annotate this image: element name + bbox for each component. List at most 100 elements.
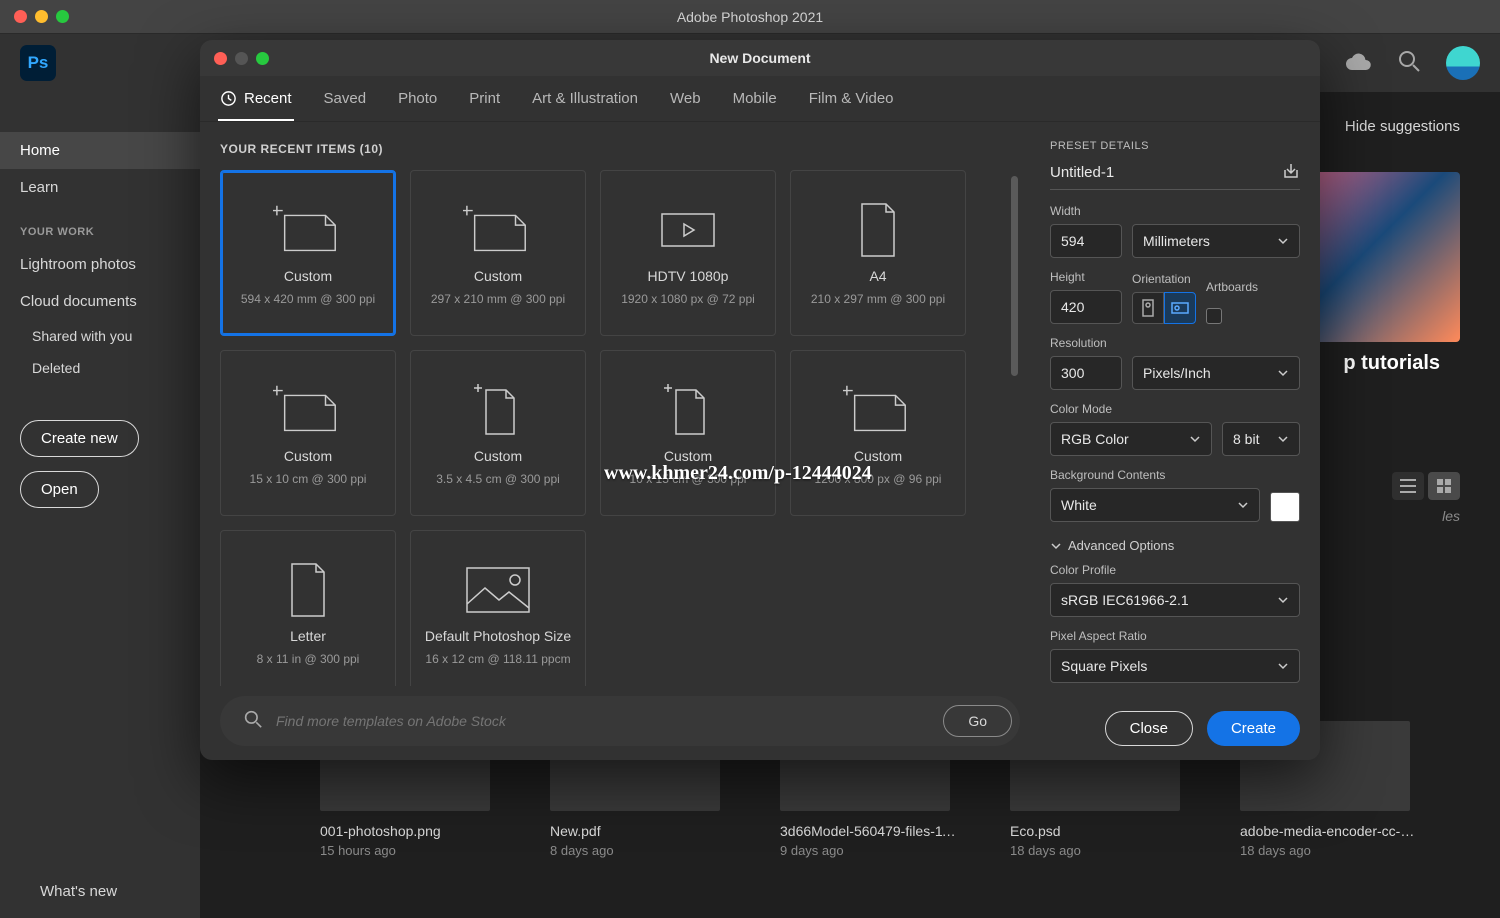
recent-file-name: New.pdf xyxy=(550,823,730,839)
preset-item[interactable]: Custom10 x 15 cm @ 300 ppi xyxy=(600,350,776,516)
preset-item[interactable]: Custom3.5 x 4.5 cm @ 300 ppi xyxy=(410,350,586,516)
dialog-close-dot[interactable] xyxy=(214,52,227,65)
preset-item[interactable]: Custom297 x 210 mm @ 300 ppi xyxy=(410,170,586,336)
artboards-label: Artboards xyxy=(1206,280,1258,294)
tab-print[interactable]: Print xyxy=(467,78,502,119)
tab-photo[interactable]: Photo xyxy=(396,78,439,119)
new-document-dialog: New Document Recent Saved Photo Print Art & … xyxy=(200,40,1320,760)
preset-title: Default Photoshop Size xyxy=(425,628,571,644)
ps-logo[interactable]: Ps xyxy=(20,45,56,81)
home-sidebar: Home Learn YOUR WORK Lightroom photos Cl… xyxy=(0,92,200,918)
color-profile-select[interactable]: sRGB IEC61966-2.1 xyxy=(1050,583,1300,617)
preset-icon xyxy=(273,200,343,260)
sidebar-item-lightroom[interactable]: Lightroom photos xyxy=(0,246,200,283)
dialog-max-dot[interactable] xyxy=(256,52,269,65)
bit-depth-select[interactable]: 8 bit xyxy=(1222,422,1300,456)
preset-item[interactable]: A4 210 x 297 mm @ 300 ppi xyxy=(790,170,966,336)
preset-icon xyxy=(463,380,533,440)
preset-item[interactable]: HDTV 1080p1920 x 1080 px @ 72 ppi xyxy=(600,170,776,336)
tab-mobile[interactable]: Mobile xyxy=(731,78,779,119)
tab-film-video[interactable]: Film & Video xyxy=(807,78,896,119)
cloud-icon[interactable] xyxy=(1346,52,1372,75)
recent-file-name: Eco.psd xyxy=(1010,823,1190,839)
presets-grid: Custom594 x 420 mm @ 300 ppiCustom297 x … xyxy=(220,170,1012,686)
preset-item[interactable]: Custom15 x 10 cm @ 300 ppi xyxy=(220,350,396,516)
preset-subtitle: 10 x 15 cm @ 300 ppi xyxy=(630,472,747,486)
sidebar-item-shared[interactable]: Shared with you xyxy=(0,320,200,352)
advanced-options-toggle[interactable]: Advanced Options xyxy=(1050,538,1300,553)
bg-contents-label: Background Contents xyxy=(1050,468,1300,482)
whats-new-link[interactable]: What's new xyxy=(40,883,117,900)
create-new-button[interactable]: Create new xyxy=(20,420,139,457)
sidebar-item-home[interactable]: Home xyxy=(0,132,200,169)
sidebar-item-cloud[interactable]: Cloud documents xyxy=(0,283,200,320)
pixel-aspect-select[interactable]: Square Pixels xyxy=(1050,649,1300,683)
orientation-label: Orientation xyxy=(1132,272,1196,286)
orientation-portrait-button[interactable] xyxy=(1132,292,1164,324)
sidebar-item-learn[interactable]: Learn xyxy=(0,169,200,206)
go-button[interactable]: Go xyxy=(943,705,1012,737)
resolution-label: Resolution xyxy=(1050,336,1300,350)
grid-view-button[interactable] xyxy=(1428,472,1460,500)
save-preset-icon[interactable] xyxy=(1282,162,1300,183)
document-name-input[interactable]: Untitled-1 xyxy=(1050,164,1282,181)
artboards-checkbox[interactable] xyxy=(1206,308,1222,324)
preset-icon xyxy=(463,560,533,620)
presets-scrollbar[interactable] xyxy=(1011,176,1018,376)
bg-contents-select[interactable]: White xyxy=(1050,488,1260,522)
window-close-button[interactable] xyxy=(14,10,27,23)
preset-item[interactable]: Letter8 x 11 in @ 300 ppi xyxy=(220,530,396,686)
resolution-unit-select[interactable]: Pixels/Inch xyxy=(1132,356,1300,390)
preset-subtitle: 3.5 x 4.5 cm @ 300 ppi xyxy=(436,472,560,486)
stock-search-bar: Go xyxy=(220,696,1020,746)
preset-title: Custom xyxy=(854,448,902,464)
height-input[interactable] xyxy=(1050,290,1122,324)
preset-subtitle: 1920 x 1080 px @ 72 ppi xyxy=(621,292,755,306)
bg-color-swatch[interactable] xyxy=(1270,492,1300,522)
width-label: Width xyxy=(1050,204,1300,218)
preset-subtitle: 1200 x 800 px @ 96 ppi xyxy=(815,472,942,486)
preset-title: Letter xyxy=(290,628,326,644)
stock-search-input[interactable] xyxy=(276,713,929,729)
width-unit-select[interactable]: Millimeters xyxy=(1132,224,1300,258)
preset-icon xyxy=(653,380,723,440)
list-view-button[interactable] xyxy=(1392,472,1424,500)
preset-title: Custom xyxy=(474,268,522,284)
tab-recent[interactable]: Recent xyxy=(218,78,294,121)
recent-file-name: 3d66Model-560479-files-11.psd xyxy=(780,823,960,839)
dialog-tabs: Recent Saved Photo Print Art & Illustration W… xyxy=(200,76,1320,122)
dialog-close-button[interactable]: Close xyxy=(1105,711,1193,746)
recent-file-time: 9 days ago xyxy=(780,843,960,858)
width-input[interactable] xyxy=(1050,224,1122,258)
color-mode-label: Color Mode xyxy=(1050,402,1300,416)
preset-icon xyxy=(843,200,913,260)
preset-icon xyxy=(273,380,343,440)
color-mode-select[interactable]: RGB Color xyxy=(1050,422,1212,456)
preset-title: A4 xyxy=(869,268,886,284)
recent-file-time: 18 days ago xyxy=(1010,843,1190,858)
dialog-create-button[interactable]: Create xyxy=(1207,711,1300,746)
color-profile-label: Color Profile xyxy=(1050,563,1300,577)
sidebar-item-deleted[interactable]: Deleted xyxy=(0,352,200,384)
user-avatar[interactable] xyxy=(1446,46,1480,80)
hide-suggestions-link[interactable]: Hide suggestions xyxy=(1345,118,1460,135)
preset-item[interactable]: Custom594 x 420 mm @ 300 ppi xyxy=(220,170,396,336)
tab-art-illustration[interactable]: Art & Illustration xyxy=(530,78,640,119)
preset-item[interactable]: Custom 1200 x 800 px @ 96 ppi xyxy=(790,350,966,516)
search-icon[interactable] xyxy=(1398,50,1420,77)
preset-icon xyxy=(843,380,913,440)
tab-web[interactable]: Web xyxy=(668,78,703,119)
preset-icon xyxy=(463,200,533,260)
preset-icon xyxy=(653,200,723,260)
preset-subtitle: 210 x 297 mm @ 300 ppi xyxy=(811,292,945,306)
filter-text: les xyxy=(1442,508,1460,524)
pixel-aspect-label: Pixel Aspect Ratio xyxy=(1050,629,1300,643)
orientation-landscape-button[interactable] xyxy=(1164,292,1196,324)
tab-saved[interactable]: Saved xyxy=(322,78,369,119)
resolution-input[interactable] xyxy=(1050,356,1122,390)
dialog-titlebar: New Document xyxy=(200,40,1320,76)
window-minimize-button[interactable] xyxy=(35,10,48,23)
window-maximize-button[interactable] xyxy=(56,10,69,23)
preset-item[interactable]: Default Photoshop Size16 x 12 cm @ 118.1… xyxy=(410,530,586,686)
open-button[interactable]: Open xyxy=(20,471,99,508)
